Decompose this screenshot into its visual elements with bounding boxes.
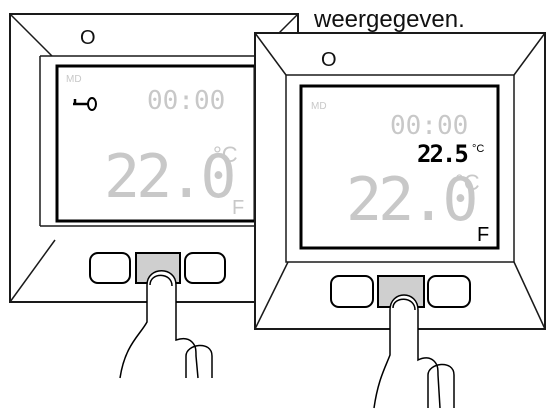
back-fan-label: F [232, 197, 244, 219]
caption-text: weergegeven. [313, 6, 465, 33]
front-mode-label: MD [311, 101, 327, 112]
front-unit-label: °C [455, 170, 480, 195]
front-time-display: 00:00 [390, 111, 468, 141]
back-right-button[interactable] [184, 252, 226, 284]
thermostat-illustration: weergegeven. O MD 00:00 22.0 °C F O MD 0… [0, 0, 546, 410]
back-power-symbol: O [80, 27, 96, 49]
front-left-button[interactable] [330, 275, 374, 308]
front-fan-label: F [477, 224, 489, 246]
back-left-button[interactable] [89, 252, 131, 284]
back-mode-label: MD [66, 74, 82, 85]
back-unit-label: °C [213, 142, 238, 167]
front-thermostat: O MD 00:00 22.5 °C 22.0 °C F [254, 32, 546, 409]
front-setpoint-unit: °C [472, 143, 484, 155]
front-right-button[interactable] [427, 275, 471, 308]
front-power-symbol: O [321, 49, 337, 71]
front-setpoint-display: 22.5 [417, 140, 467, 168]
back-time-display: 00:00 [147, 86, 225, 116]
